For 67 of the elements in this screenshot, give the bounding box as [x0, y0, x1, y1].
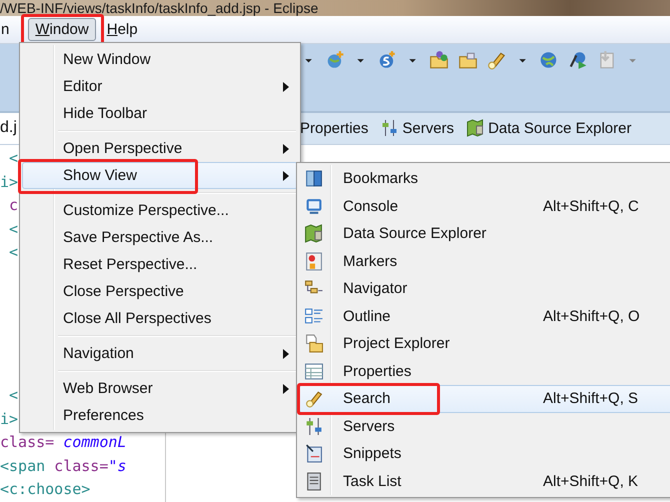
- menu-item[interactable]: Hide Toolbar: [22, 100, 298, 127]
- folder-icon[interactable]: [458, 50, 478, 70]
- menu-bar-item[interactable]: n: [0, 18, 16, 42]
- code-line: <: [8, 148, 18, 170]
- menu-item[interactable]: Properties: [299, 358, 670, 385]
- globe-plus-icon[interactable]: [325, 50, 345, 70]
- menu-bar-item[interactable]: Help: [100, 18, 145, 42]
- menu-item[interactable]: Reset Perspective...: [22, 251, 298, 278]
- code-line: i>: [0, 408, 18, 430]
- menu-item[interactable]: Web Browser: [22, 375, 298, 402]
- menu-item[interactable]: Servers: [299, 412, 670, 440]
- menu-item[interactable]: Outline Alt+Shift+Q, O: [299, 302, 670, 330]
- folder-icon: [304, 334, 323, 354]
- submenu-arrow-icon: [283, 348, 289, 358]
- server-stack-icon: [380, 119, 398, 138]
- globe-run-icon[interactable]: [568, 50, 588, 70]
- map-icon: [466, 119, 484, 138]
- submenu-arrow-icon: [283, 384, 289, 394]
- table-icon: [304, 362, 323, 381]
- code-line: <: [8, 242, 18, 264]
- code-line: <span class="s: [0, 456, 126, 477]
- s-badge-icon[interactable]: [377, 50, 397, 70]
- flashlight-icon: [304, 389, 323, 408]
- view-tab[interactable]: Servers: [380, 119, 454, 138]
- code-line: class= commonL: [0, 432, 126, 454]
- menu-item[interactable]: Bookmarks: [299, 165, 670, 192]
- snippet-icon: [304, 444, 323, 464]
- globe-icon[interactable]: [539, 50, 559, 70]
- menu-item[interactable]: Search Alt+Shift+Q, S: [299, 385, 670, 412]
- menu-item[interactable]: Project Explorer: [299, 330, 670, 358]
- menu-item[interactable]: Save Perspective As...: [22, 224, 298, 251]
- menu-item[interactable]: Preferences: [22, 402, 298, 429]
- code-line: <: [8, 385, 18, 406]
- window-title: /WEB-INF/views/taskInfo/taskInfo_add.jsp - Eclipse: [0, 0, 318, 16]
- submenu-arrow-icon: [283, 170, 289, 180]
- menu-item[interactable]: Data Source Explorer: [299, 220, 670, 248]
- code-line: i>: [0, 172, 18, 193]
- marker-board-icon: [304, 252, 323, 271]
- menu-item[interactable]: Task List Alt+Shift+Q, K: [299, 468, 670, 495]
- folder-icon[interactable]: [429, 50, 449, 70]
- outline-icon: [304, 306, 323, 326]
- menu-item[interactable]: Customize Perspective...: [22, 197, 298, 224]
- menu-item[interactable]: Snippets: [299, 440, 670, 468]
- menu-item[interactable]: Console Alt+Shift+Q, C: [299, 192, 670, 220]
- view-tab[interactable]: Properties: [300, 120, 368, 137]
- flashlight-icon[interactable]: [487, 50, 507, 70]
- menu-item[interactable]: Editor: [22, 73, 298, 100]
- menu-item[interactable]: Close Perspective: [22, 278, 298, 305]
- view-tab[interactable]: Data Source Explorer: [466, 119, 632, 138]
- menu-bar-item[interactable]: Window: [28, 18, 96, 42]
- submenu-arrow-icon: [283, 144, 289, 154]
- code-line: c: [8, 195, 18, 216]
- menu-item[interactable]: Close All Perspectives: [22, 305, 298, 332]
- menu-item[interactable]: Navigation: [22, 340, 298, 367]
- menu-item[interactable]: Open Perspective: [22, 135, 298, 162]
- task-list-icon: [304, 472, 323, 491]
- code-line: <c:choose>: [0, 479, 90, 500]
- book-icon: [304, 169, 323, 188]
- menu-item[interactable]: Show View: [22, 162, 298, 189]
- menu-item[interactable]: Navigator: [299, 275, 670, 302]
- menu-item[interactable]: New Window: [22, 46, 298, 73]
- server-stack-icon: [304, 416, 323, 436]
- map-icon: [304, 224, 323, 244]
- submenu-arrow-icon: [283, 82, 289, 92]
- menu-item[interactable]: Markers: [299, 248, 670, 275]
- code-line: <: [8, 218, 18, 240]
- monitor-icon: [304, 196, 323, 216]
